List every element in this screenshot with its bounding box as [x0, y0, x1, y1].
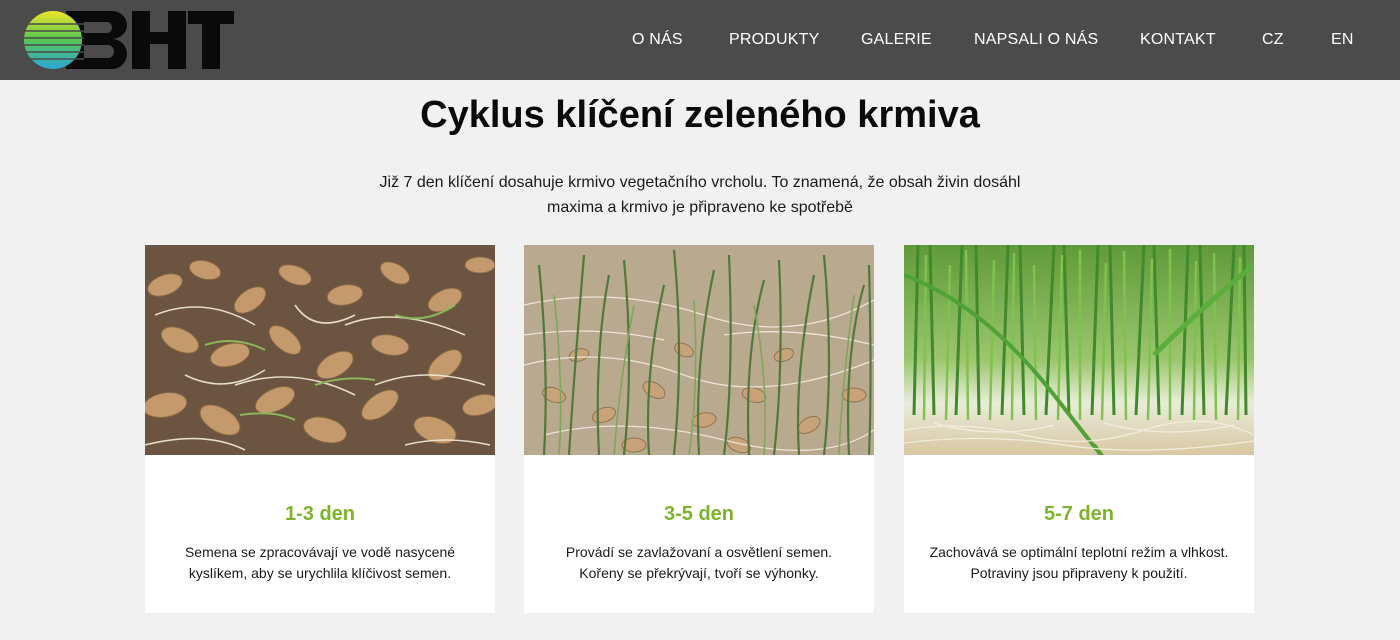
site-header: O NÁS PRODUKTY GALERIE NAPSALI O NÁS KON…	[0, 0, 1400, 80]
card-description-line-1: Zachovává se optimální teplotní režim a …	[929, 544, 1229, 560]
card-description-line-2: Kořeny se překrývají, tvoří se výhonky.	[579, 565, 819, 581]
language-en[interactable]: EN	[1331, 29, 1354, 51]
nav-item-napsali-o-nas[interactable]: NAPSALI O NÁS	[974, 29, 1098, 51]
card-title: 5-7 den	[1043, 503, 1115, 525]
card-description: Semena se zpracovávají ve vodě nasycené …	[160, 542, 480, 584]
main-navigation: O NÁS PRODUKTY GALERIE NAPSALI O NÁS KON…	[0, 0, 1400, 80]
card-description-line-1: Semena se zpracovávají ve vodě nasycené	[184, 544, 456, 560]
card-description-line-2: kyslíkem, aby se urychlila klíčivost sem…	[188, 565, 452, 581]
green-grass-photo	[904, 245, 1254, 455]
card-description: Provádí se zavlažovaní a osvětlení semen…	[539, 542, 859, 584]
cycle-card-day-3-5: 3-5 den Provádí se zavlažovaní a osvětle…	[524, 245, 874, 613]
card-description: Zachovává se optimální teplotní režim a …	[919, 542, 1239, 584]
intro-paragraph: Již 7 den klíčení dosahuje krmivo vegeta…	[350, 170, 1050, 220]
young-shoots-photo	[524, 245, 874, 455]
cycle-card-day-1-3: 1-3 den Semena se zpracovávají ve vodě n…	[145, 245, 495, 613]
card-description-line-2: Potraviny jsou připraveny k použití.	[970, 565, 1188, 581]
sprouting-grain-photo	[145, 245, 495, 455]
nav-item-o-nas[interactable]: O NÁS	[632, 29, 683, 51]
language-cz[interactable]: CZ	[1262, 29, 1284, 51]
card-title: 3-5 den	[663, 503, 735, 525]
nav-item-produkty[interactable]: PRODUKTY	[729, 29, 820, 51]
card-title: 1-3 den	[284, 503, 356, 525]
intro-line-1: Již 7 den klíčení dosahuje krmivo vegeta…	[379, 174, 1021, 191]
card-description-line-1: Provádí se zavlažovaní a osvětlení semen…	[565, 544, 833, 560]
nav-item-galerie[interactable]: GALERIE	[861, 29, 932, 51]
intro-line-2: maxima a krmivo je připraveno ke spotřeb…	[547, 199, 853, 216]
cycle-card-day-5-7: 5-7 den Zachovává se optimální teplotní …	[904, 245, 1254, 613]
nav-item-kontakt[interactable]: KONTAKT	[1140, 29, 1216, 51]
page-title: Cyklus klíčení zeleného krmiva	[420, 94, 980, 136]
